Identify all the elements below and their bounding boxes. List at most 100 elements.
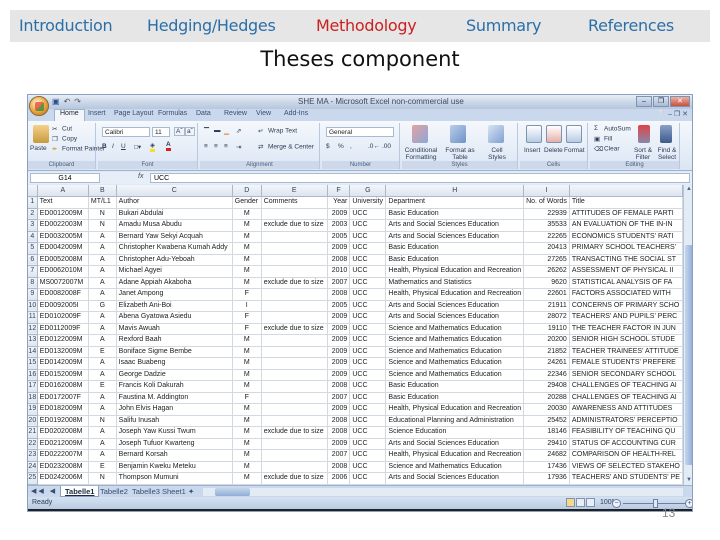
indent-icon[interactable]: ⇥ <box>236 143 241 151</box>
cell[interactable]: M <box>232 219 262 232</box>
cell[interactable]: A <box>88 403 117 416</box>
cell[interactable]: M <box>232 254 262 266</box>
cell[interactable]: Author <box>116 196 233 209</box>
cell[interactable] <box>261 380 328 393</box>
cell[interactable]: M <box>232 277 262 289</box>
cell[interactable]: 2009 <box>327 208 351 220</box>
row-header[interactable]: 7 <box>28 265 38 278</box>
cell[interactable]: ED0042009M <box>37 242 89 255</box>
cell[interactable]: MS0072007M <box>37 277 89 289</box>
row-header[interactable]: 1 <box>28 196 38 209</box>
cell[interactable] <box>261 369 328 381</box>
column-header[interactable]: F <box>327 185 351 197</box>
cell[interactable] <box>261 334 328 347</box>
cell[interactable]: A <box>88 254 117 266</box>
column-header[interactable]: G <box>349 185 387 197</box>
cell[interactable]: Abena Gyatowa Asiedu <box>116 311 233 324</box>
format-as-table-button[interactable]: Format as Table <box>442 147 478 161</box>
cell[interactable]: M <box>232 449 262 462</box>
cut-button[interactable]: ✂ Cut <box>52 125 72 133</box>
cell[interactable]: 29408 <box>523 380 570 393</box>
percent-button[interactable]: % <box>338 143 344 150</box>
font-size-select[interactable]: 11 <box>152 127 170 137</box>
nav-item-hedging[interactable]: Hedging/Hedges <box>147 16 276 35</box>
cell[interactable]: Text <box>37 196 89 209</box>
cell[interactable]: UCC <box>349 438 387 450</box>
cell[interactable]: 2009 <box>327 403 351 416</box>
cell[interactable]: Science and Mathematics Education <box>385 369 525 381</box>
cell[interactable]: Science Education <box>385 426 525 439</box>
cell[interactable]: F <box>232 288 262 301</box>
cell[interactable]: N <box>88 472 117 485</box>
cell[interactable]: UCC <box>349 208 387 220</box>
cell[interactable]: A <box>88 277 117 289</box>
cell[interactable]: 2008 <box>327 426 351 439</box>
conditional-formatting-button[interactable]: Conditional Formatting <box>402 147 440 161</box>
row-header[interactable]: 11 <box>28 311 38 324</box>
cell[interactable]: UCC <box>349 334 387 347</box>
cell[interactable]: Science and Mathematics Education <box>385 346 525 358</box>
cell[interactable]: F <box>232 323 262 335</box>
cell[interactable]: 2009 <box>327 323 351 335</box>
cell[interactable]: Isaac Buabeng <box>116 357 233 370</box>
cell[interactable]: UCC <box>349 449 387 462</box>
cell[interactable]: Basic Education <box>385 208 525 220</box>
undo-icon[interactable]: ↶ <box>64 97 71 106</box>
font-color-button[interactable]: A <box>166 141 171 151</box>
vertical-scroll-thumb[interactable] <box>685 245 692 465</box>
cell[interactable]: 22346 <box>523 369 570 381</box>
cell[interactable]: Arts and Social Sciences Education <box>385 438 525 450</box>
cell[interactable]: Arts and Social Sciences Education <box>385 231 525 243</box>
cell[interactable]: 2009 <box>327 357 351 370</box>
cell[interactable]: M <box>232 231 262 243</box>
cell[interactable]: 28072 <box>523 311 570 324</box>
align-right-icon[interactable]: ≡ <box>224 143 228 150</box>
tab-review[interactable]: Review <box>224 110 247 117</box>
cell[interactable]: 20200 <box>523 334 570 347</box>
sheet-tab-tabelle1[interactable]: Tabelle1 <box>60 486 100 497</box>
cell[interactable]: Health, Physical Education and Recreatio… <box>385 265 525 278</box>
cell[interactable]: 17936 <box>523 472 570 485</box>
cell[interactable]: M <box>232 380 262 393</box>
tab-view[interactable]: View <box>256 110 271 117</box>
cell[interactable] <box>261 208 328 220</box>
cell[interactable]: UCC <box>349 311 387 324</box>
cell[interactable]: UCC <box>349 231 387 243</box>
cell[interactable]: University <box>349 196 387 209</box>
cell[interactable]: ED0102009F <box>37 311 89 324</box>
cell[interactable]: M <box>232 369 262 381</box>
align-left-icon[interactable]: ≡ <box>204 143 208 150</box>
cell[interactable]: exclude due to size <box>261 219 328 232</box>
row-header[interactable]: 24 <box>28 461 38 473</box>
cell[interactable]: M <box>232 426 262 439</box>
cell[interactable]: A <box>88 392 117 404</box>
page-layout-view-button[interactable] <box>576 498 585 507</box>
align-middle-icon[interactable]: ▬ <box>214 127 221 134</box>
row-header[interactable]: 19 <box>28 403 38 416</box>
cell[interactable]: Basic Education <box>385 380 525 393</box>
cell[interactable]: UCC <box>349 219 387 232</box>
shrink-font-button[interactable]: aˇ <box>185 127 195 136</box>
grow-font-button[interactable]: Aˆ <box>174 127 185 136</box>
cell[interactable]: UCC <box>349 415 387 427</box>
cell[interactable]: Health, Physical Education and Recreatio… <box>385 403 525 416</box>
cell[interactable]: ASSESSMENT OF PHYSICAL II <box>569 265 683 278</box>
cell[interactable]: A <box>88 323 117 335</box>
select-all-corner[interactable] <box>28 185 38 197</box>
cell[interactable]: 2010 <box>327 265 351 278</box>
name-box[interactable]: G14 <box>30 173 100 183</box>
nav-item-methodology[interactable]: Methodology <box>316 16 417 35</box>
cell[interactable]: ATTITUDES OF FEMALE PARTI <box>569 208 683 220</box>
row-header[interactable]: 4 <box>28 231 38 243</box>
normal-view-button[interactable] <box>566 498 575 507</box>
cell[interactable]: Boniface Sigme Bembe <box>116 346 233 358</box>
currency-button[interactable]: $ <box>326 143 330 150</box>
cell[interactable]: No. of Words <box>523 196 570 209</box>
fill-button[interactable]: ▣ Fill <box>594 135 612 143</box>
format-button[interactable]: Format <box>564 147 585 154</box>
cell[interactable]: 22601 <box>523 288 570 301</box>
cell[interactable]: 2009 <box>327 311 351 324</box>
cell[interactable]: A <box>88 231 117 243</box>
cell[interactable]: THE TEACHER FACTOR IN JUN <box>569 323 683 335</box>
cell[interactable]: Rexford Baah <box>116 334 233 347</box>
